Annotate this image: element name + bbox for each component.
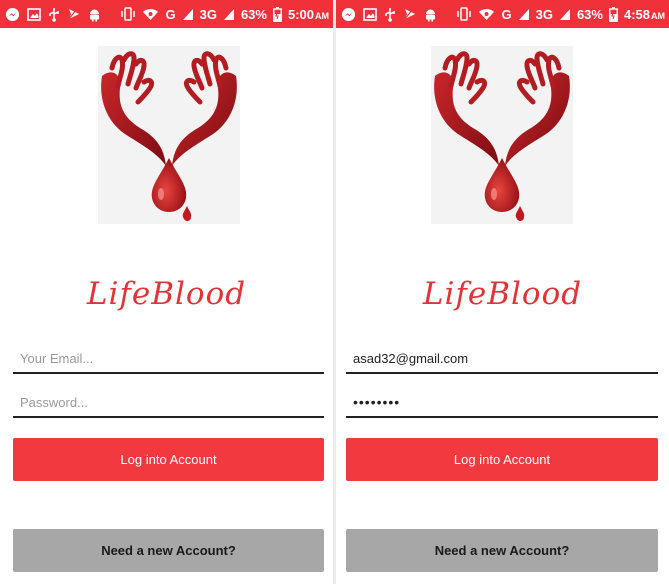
signal-icon xyxy=(559,8,571,21)
gallery-icon xyxy=(27,7,41,21)
login-screen-filled: G 3G 63% 4:58AM LifeBlood asad32@gmail.c… xyxy=(336,0,669,584)
login-screen-empty: G 3G 63% 5:00AM LifeBlood Your Email... … xyxy=(0,0,333,584)
usb-icon xyxy=(48,7,60,22)
vibrate-icon xyxy=(456,7,472,21)
send-icon xyxy=(67,7,81,21)
battery-icon xyxy=(609,6,618,22)
network-type-label: G xyxy=(501,6,512,22)
network-type-label: G xyxy=(165,6,176,22)
email-field[interactable] xyxy=(346,348,658,374)
battery-icon xyxy=(273,6,282,22)
app-logo xyxy=(431,46,573,224)
vibrate-icon xyxy=(120,7,136,21)
android-icon xyxy=(424,7,437,22)
app-logo xyxy=(98,46,240,224)
status-bar: G 3G 63% 5:00AM xyxy=(0,0,333,28)
app-title: LifeBlood xyxy=(422,276,583,312)
password-field[interactable] xyxy=(346,392,658,418)
messenger-icon xyxy=(341,7,356,22)
signal-icon xyxy=(182,8,194,21)
login-button[interactable]: Log into Account xyxy=(346,438,658,481)
signal-icon xyxy=(223,8,235,21)
app-title: LifeBlood xyxy=(86,276,247,312)
network-3g-label: 3G xyxy=(199,6,217,22)
android-icon xyxy=(88,7,101,22)
login-button[interactable]: Log into Account xyxy=(13,438,324,481)
messenger-icon xyxy=(5,7,20,22)
wifi-icon xyxy=(478,7,495,21)
battery-percent: 63% xyxy=(240,6,267,22)
logo-hands-drop-icon xyxy=(101,51,237,221)
clock: 4:58AM xyxy=(623,6,665,22)
gallery-icon xyxy=(363,7,377,21)
battery-percent: 63% xyxy=(576,6,603,22)
status-bar: G 3G 63% 4:58AM xyxy=(336,0,669,28)
new-account-button[interactable]: Need a new Account? xyxy=(346,529,658,572)
logo-hands-drop-icon xyxy=(434,51,570,221)
send-icon xyxy=(403,7,417,21)
clock: 5:00AM xyxy=(287,6,329,22)
new-account-button[interactable]: Need a new Account? xyxy=(13,529,324,572)
password-field[interactable] xyxy=(13,392,324,418)
signal-icon xyxy=(518,8,530,21)
wifi-icon xyxy=(142,7,159,21)
email-field[interactable] xyxy=(13,348,324,374)
network-3g-label: 3G xyxy=(535,6,553,22)
usb-icon xyxy=(384,7,396,22)
